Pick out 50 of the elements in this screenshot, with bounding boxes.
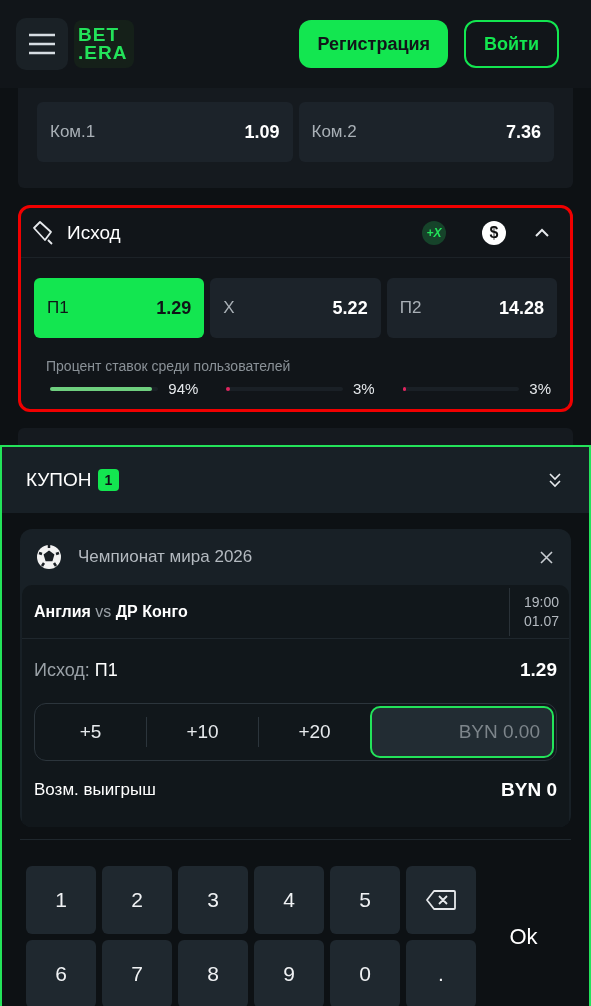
keypad-key[interactable]: 5 [330, 866, 400, 934]
keypad-key[interactable]: 3 [178, 866, 248, 934]
match-time: 19:00 [523, 592, 559, 612]
odds-button[interactable]: Х 5.22 [210, 278, 381, 338]
odds-button[interactable]: Ком.2 7.36 [298, 102, 554, 162]
keypad-key[interactable]: 1 [26, 866, 96, 934]
chevron-icon [535, 228, 549, 237]
keypad-key[interactable]: 7 [102, 940, 172, 1006]
double-chevron-icon [548, 472, 562, 488]
percent-caption: Процент ставок среди пользователей [46, 358, 292, 374]
odds-button[interactable]: П1 1.29 [34, 278, 205, 338]
quick-amount-button[interactable]: +20 [259, 704, 370, 760]
market-title: Исход [67, 221, 121, 244]
quick-amount-button[interactable]: +5 [35, 704, 146, 760]
odds-button[interactable]: Ком.1 1.09 [37, 102, 293, 162]
count-badge: 1 [97, 469, 120, 491]
match-date: 01.07 [523, 611, 559, 631]
keypad-key[interactable]: 8 [178, 940, 248, 1006]
quick-amount-button[interactable]: +10 [147, 704, 258, 760]
ok-button[interactable]: Ok [476, 924, 571, 950]
coin-icon[interactable]: $ [482, 220, 506, 245]
bet-selection: Исход: П1 [34, 659, 118, 681]
coupon-title: КУПОН [26, 469, 92, 491]
tournament-name: Чемпионат мира 2026 [78, 547, 253, 567]
keypad-key[interactable]: 6 [26, 940, 96, 1006]
win-amount: BYN 0 [501, 779, 557, 801]
soccer-ball-icon [36, 544, 62, 570]
keypad-key[interactable]: 0 [330, 940, 400, 1006]
keypad-key[interactable]: 9 [254, 940, 324, 1006]
register-button[interactable]: Регистрация [299, 20, 449, 68]
win-label: Возм. выигрыш [34, 780, 156, 800]
share-percent: 94% [168, 380, 199, 397]
keypad-key[interactable]: . [406, 940, 476, 1006]
menu-icon [28, 33, 56, 55]
backspace-icon [425, 889, 457, 911]
match-teams: Англия vs ДР Конго [34, 602, 188, 621]
menu-button[interactable] [16, 18, 68, 70]
bet-odds: 1.29 [520, 659, 557, 681]
login-button[interactable]: Войти [464, 20, 559, 68]
odds-button[interactable]: П2 14.28 [386, 278, 557, 338]
share-percent: 3% [352, 380, 375, 397]
logo[interactable]: BET .ERA [74, 20, 134, 68]
close-icon [540, 550, 553, 564]
share-percent: 3% [529, 380, 551, 397]
close-button[interactable] [540, 550, 553, 564]
keypad-key[interactable]: 4 [254, 866, 324, 934]
backspace-key[interactable] [406, 866, 476, 934]
keypad-key[interactable]: 2 [102, 866, 172, 934]
stake-field[interactable]: BYN 0.00 [370, 706, 554, 758]
boost-badge[interactable]: +X [422, 220, 446, 245]
